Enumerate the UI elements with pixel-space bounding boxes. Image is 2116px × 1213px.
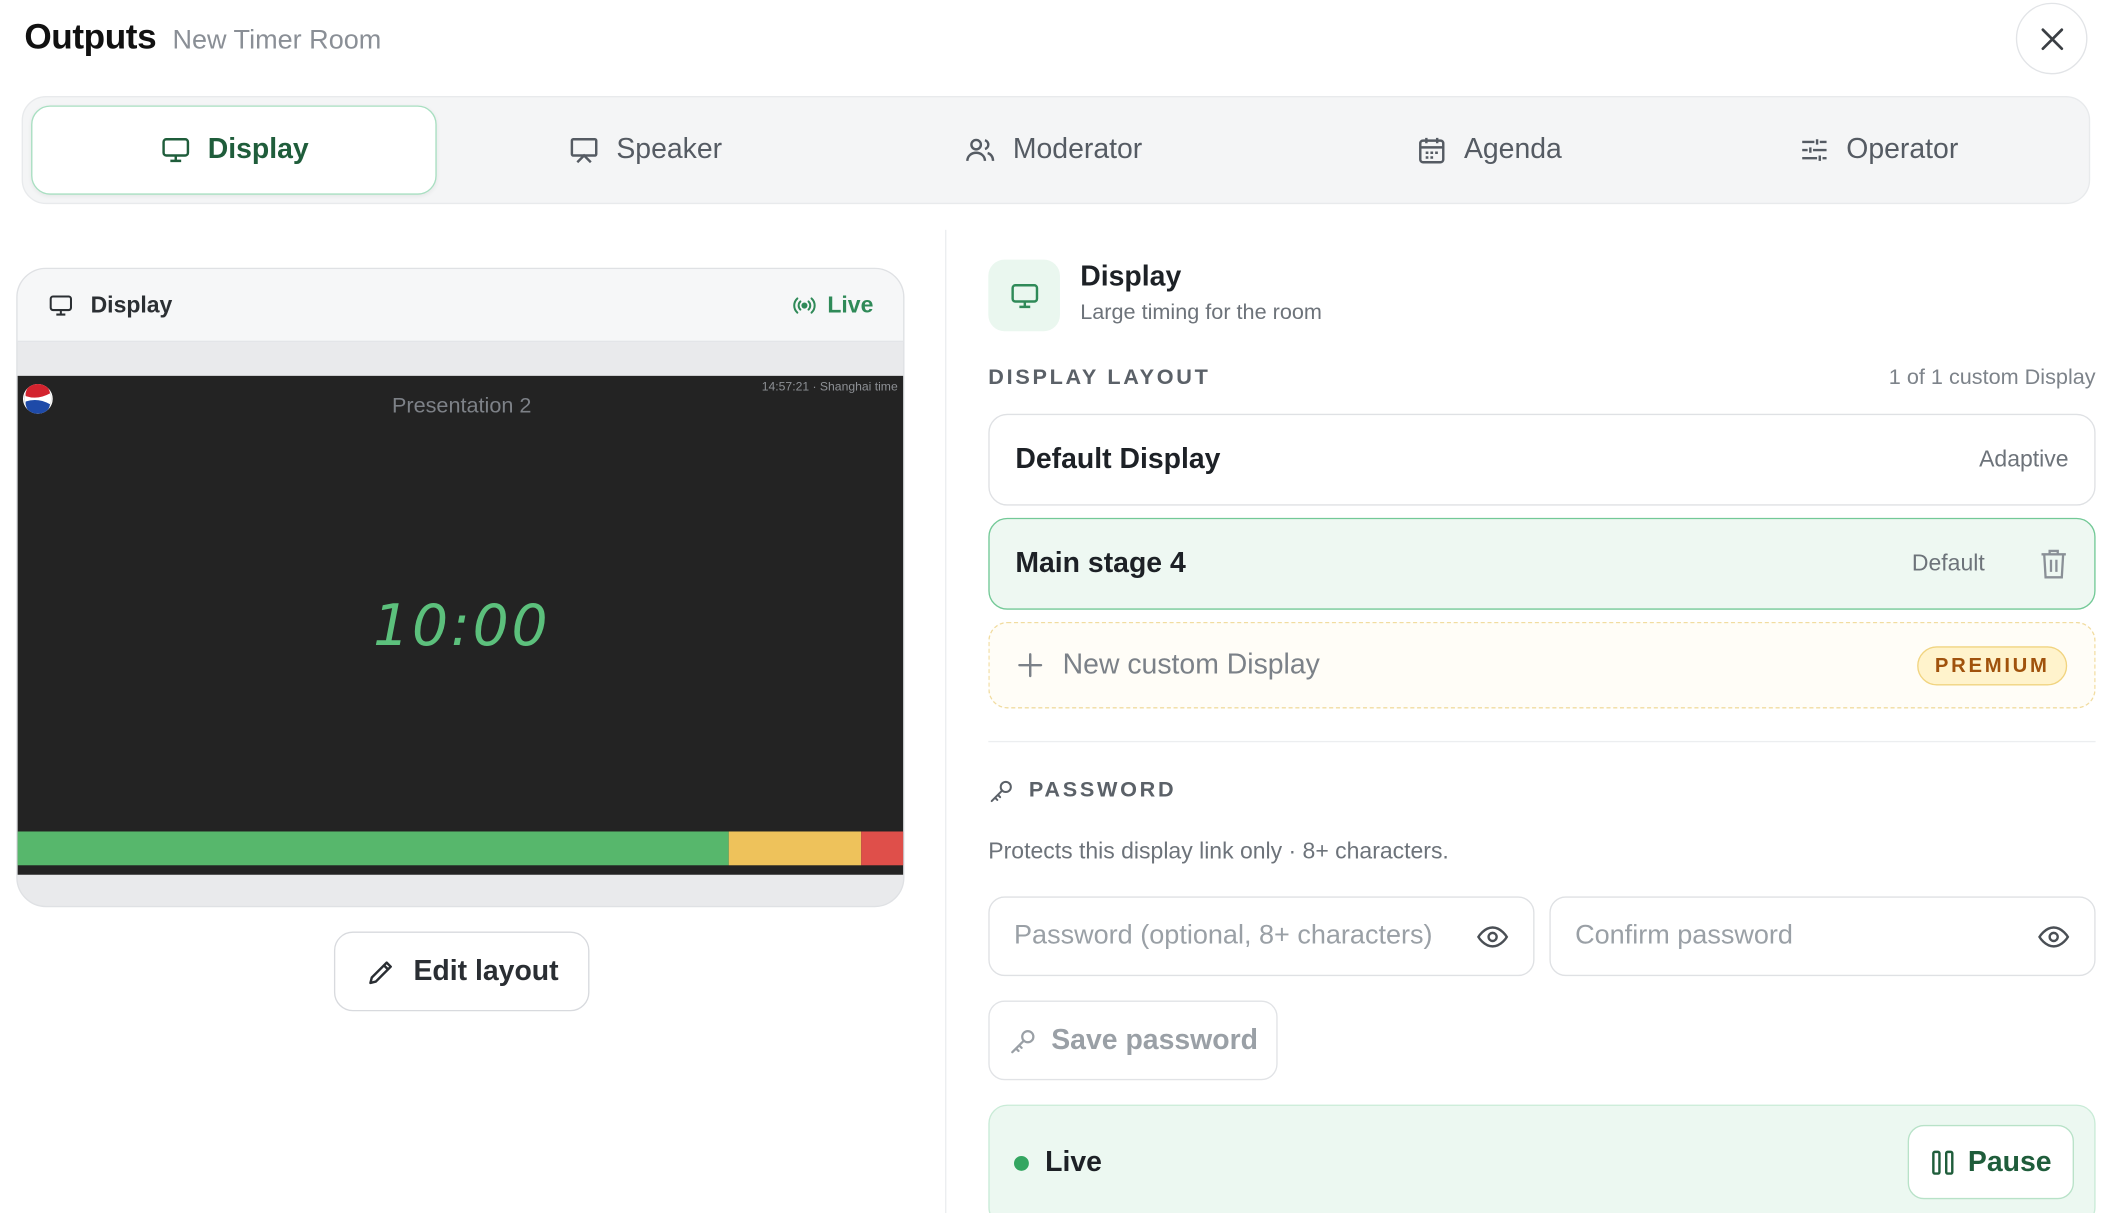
layout-tag: Default [1911, 550, 1985, 576]
progress-red [861, 831, 904, 866]
monitor-icon [1010, 283, 1038, 308]
layout-name: Main stage 4 [1015, 547, 1186, 579]
live-status-bar: Live Pause [988, 1104, 2096, 1213]
trash-icon [2041, 549, 2066, 579]
tab-agenda[interactable]: Agenda [1286, 105, 1692, 194]
edit-layout-button[interactable]: Edit layout [333, 931, 590, 1012]
tab-label: Display [207, 133, 309, 165]
close-icon [2040, 27, 2063, 50]
monitor-icon [161, 138, 189, 163]
delete-layout-button[interactable] [2039, 548, 2069, 580]
password-input[interactable]: Password (optional, 8+ characters) [988, 896, 1535, 977]
live-status-label: Live [1045, 1146, 1102, 1178]
progress-bar [17, 831, 904, 866]
calendar-icon [1418, 137, 1445, 164]
premium-badge: PREMIUM [1917, 645, 2068, 685]
screen-title: Presentation 2 [391, 394, 532, 418]
tab-moderator[interactable]: Moderator [850, 105, 1256, 194]
page-title: Outputs [24, 16, 157, 57]
save-password-button[interactable]: Save password [988, 1000, 1278, 1081]
tab-label: Operator [1846, 133, 1959, 165]
tab-speaker[interactable]: Speaker [442, 105, 848, 194]
eye-icon[interactable] [1476, 920, 1509, 952]
preview-label: Display [90, 291, 173, 318]
screen-clock: 14:57:21 · Shanghai time [761, 379, 898, 394]
new-custom-display-button[interactable]: New custom Display PREMIUM [988, 621, 2096, 709]
preview-header: Display Live [17, 269, 904, 343]
countdown-time: 10:00 [373, 592, 551, 659]
live-badge: Live [792, 291, 873, 318]
outputs-panel: Outputs New Timer Room Display Speaker M… [0, 0, 2116, 1213]
password-description: Protects this display link only · 8+ cha… [988, 838, 1449, 864]
layout-main-stage[interactable]: Main stage 4 Default [988, 517, 2096, 610]
plus-icon [1018, 653, 1043, 678]
display-badge [988, 259, 1060, 332]
pause-label: Pause [1967, 1145, 2052, 1177]
close-button[interactable] [2015, 2, 2088, 75]
live-label: Live [827, 291, 874, 318]
layout-tag: Adaptive [1979, 446, 2069, 472]
layout-default-display[interactable]: Default Display Adaptive [988, 413, 2096, 506]
panel-subtitle: Large timing for the room [1080, 301, 1322, 325]
confirm-password-placeholder: Confirm password [1575, 920, 1793, 951]
pause-button[interactable]: Pause [1907, 1124, 2074, 1200]
page-header: Outputs New Timer Room [24, 16, 381, 59]
save-password-label: Save password [1051, 1024, 1258, 1056]
key-icon [990, 780, 1012, 803]
presentation-icon [570, 138, 598, 164]
eye-icon[interactable] [2037, 920, 2070, 952]
monitor-icon [49, 294, 72, 315]
key-icon [1010, 1029, 1034, 1053]
layout-count: 1 of 1 custom Display [1888, 366, 2096, 390]
room-name: New Timer Room [172, 25, 382, 56]
pause-icon [1931, 1150, 1953, 1175]
section-divider [988, 740, 2096, 743]
pencil-icon [368, 960, 392, 984]
confirm-password-input[interactable]: Confirm password [1549, 896, 2096, 977]
tab-label: Agenda [1463, 133, 1562, 165]
progress-green [17, 831, 729, 866]
tab-operator[interactable]: Operator [1675, 105, 2081, 194]
password-placeholder: Password (optional, 8+ characters) [1014, 920, 1433, 951]
output-tabs: Display Speaker Moderator Agenda Operato… [21, 95, 2091, 205]
layout-name: Default Display [1015, 443, 1221, 475]
tab-label: Moderator [1012, 133, 1143, 165]
new-custom-label: New custom Display [1062, 648, 1320, 681]
panel-title: Display [1080, 260, 1182, 293]
broadcast-icon [793, 296, 816, 313]
tab-display[interactable]: Display [31, 105, 437, 195]
progress-yellow [728, 831, 862, 866]
live-indicator-icon [1014, 1155, 1029, 1171]
password-label: PASSWORD [1028, 778, 1177, 802]
users-icon [966, 138, 995, 162]
display-preview-card: Display Live Presentation 2 14:57:21 · S… [16, 267, 905, 908]
password-heading: PASSWORD [988, 777, 1176, 804]
panel-divider [945, 229, 947, 1213]
timer-screen: Presentation 2 14:57:21 · Shanghai time … [17, 375, 904, 875]
display-layout-heading: DISPLAY LAYOUT [988, 366, 1211, 390]
edit-layout-label: Edit layout [413, 955, 559, 987]
sliders-icon [1801, 139, 1826, 161]
tab-label: Speaker [616, 133, 723, 165]
